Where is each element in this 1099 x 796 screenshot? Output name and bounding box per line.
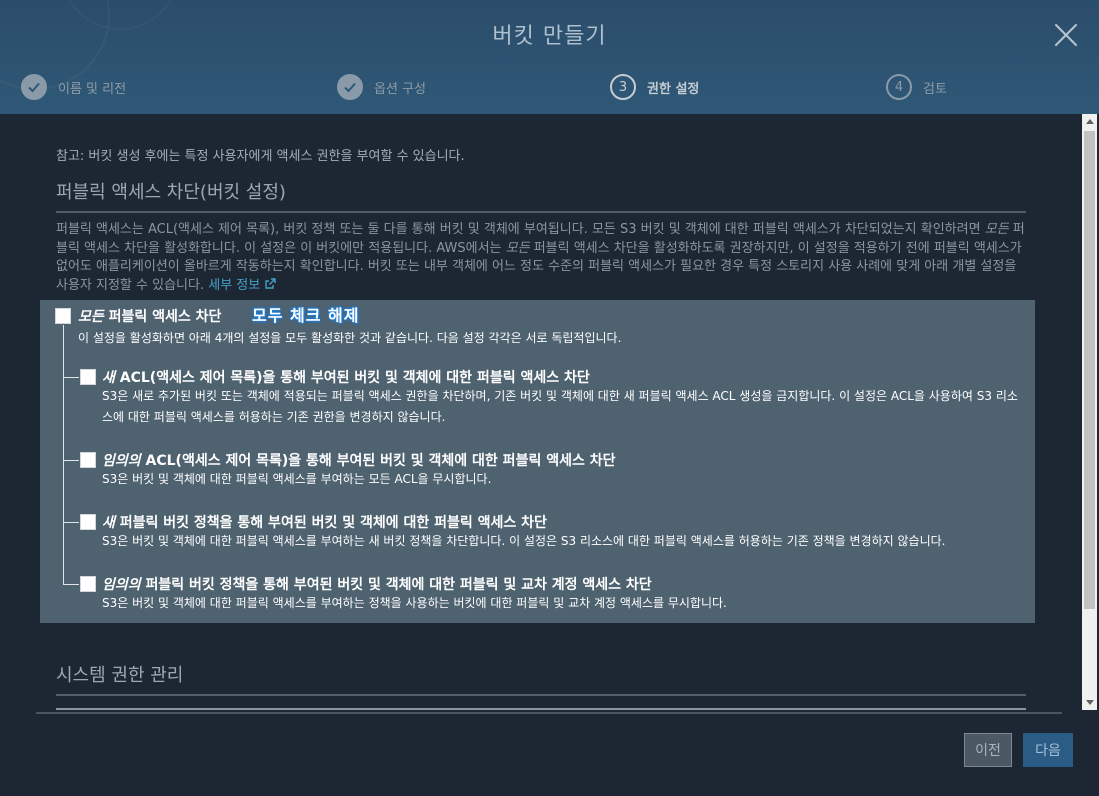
- wizard-steps: 이름 및 리전 옵션 구성 3 권한 설정 4 검토: [0, 74, 1099, 102]
- info-note: 참고: 버킷 생성 후에는 특정 사용자에게 액세스 권한을 부여할 수 있습니…: [56, 149, 465, 164]
- tree-branch: [63, 584, 79, 585]
- desc-emphasis: 모든: [984, 222, 1009, 237]
- block-new-acl-checkbox[interactable]: [80, 369, 96, 385]
- learn-more-link[interactable]: 세부 정보: [208, 277, 277, 293]
- block-new-policy-description: S3은 버킷 및 객체에 대한 퍼블릭 액세스를 부여하는 새 버킷 정책을 차…: [102, 534, 946, 548]
- dialog-content: 참고: 버킷 생성 후에는 특정 사용자에게 액세스 권한을 부여할 수 있습니…: [36, 114, 1080, 710]
- step-number: 4: [886, 74, 912, 100]
- block-any-acl-description: S3은 버킷 및 객체에 대한 퍼블릭 액세스를 부여하는 모든 ACL을 무시…: [102, 472, 492, 486]
- block-new-acl-description: S3은 새로 추가된 버킷 또는 객체에 적용되는 퍼블릭 액세스 권한을 차단…: [102, 389, 1018, 424]
- scrollbar[interactable]: [1082, 114, 1097, 710]
- annotation-text: 모두 체크 해제: [252, 306, 360, 325]
- block-all-checkbox[interactable]: [55, 308, 71, 324]
- tree-line: [63, 325, 64, 585]
- step-label: 권한 설정: [647, 81, 700, 97]
- public-access-description: 퍼블릭 액세스는 ACL(액세스 제어 목록), 버킷 정책 또는 둘 다를 통…: [56, 221, 1026, 295]
- section-heading-system-permissions: 시스템 권한 관리: [56, 665, 184, 686]
- next-button[interactable]: 다음: [1023, 733, 1073, 767]
- step-name-region[interactable]: 이름 및 리전: [21, 74, 126, 100]
- dialog-title: 버킷 만들기: [492, 24, 607, 49]
- block-new-policy-checkbox[interactable]: [80, 514, 96, 530]
- block-public-access-panel: 모든 퍼블릭 액세스 차단 모두 체크 해제 이 설정을 활성화하면 아래 4개…: [40, 300, 1035, 623]
- previous-button[interactable]: 이전: [964, 733, 1012, 767]
- label-text: ACL(액세스 제어 목록)을 통해 부여된 버킷 및 객체에 대한 퍼블릭 액…: [140, 453, 616, 469]
- label-emphasis: 새: [102, 370, 115, 386]
- label-emphasis: 임의의: [102, 453, 141, 469]
- label-emphasis: 모든: [78, 309, 104, 325]
- label-text: ACL(액세스 제어 목록)을 통해 부여된 버킷 및 객체에 대한 퍼블릭 액…: [114, 370, 590, 386]
- divider: [56, 211, 1026, 213]
- divider: [56, 694, 1026, 696]
- tree-branch: [63, 377, 79, 378]
- section-heading-public-access: 퍼블릭 액세스 차단(버킷 설정): [56, 182, 286, 203]
- step-number: 3: [610, 74, 636, 100]
- step-review[interactable]: 4 검토: [886, 74, 947, 100]
- step-label: 검토: [923, 81, 947, 97]
- desc-text: 퍼블릭 액세스는 ACL(액세스 제어 목록), 버킷 정책 또는 둘 다를 통…: [56, 222, 985, 237]
- tree-branch: [63, 522, 79, 523]
- step-configure-options[interactable]: 옵션 구성: [337, 74, 426, 100]
- check-circle-icon: [337, 74, 363, 100]
- scroll-up-icon[interactable]: [1082, 114, 1097, 130]
- label-emphasis: 새: [102, 515, 115, 531]
- dialog-header: 버킷 만들기 이름 및 리전 옵션 구성 3 권한 설정 4 검토: [0, 0, 1099, 114]
- check-circle-icon: [21, 74, 47, 100]
- block-new-acl-label: 새 ACL(액세스 제어 목록)을 통해 부여된 버킷 및 객체에 대한 퍼블릭…: [102, 367, 590, 387]
- tree-branch: [63, 460, 79, 461]
- scroll-down-icon[interactable]: [1082, 694, 1097, 710]
- block-any-policy-label: 임의의 퍼블릭 버킷 정책을 통해 부여된 버킷 및 객체에 대한 퍼블릭 및 …: [102, 574, 652, 594]
- block-all-label: 모든 퍼블릭 액세스 차단: [78, 306, 221, 326]
- block-new-policy-label: 새 퍼블릭 버킷 정책을 통해 부여된 버킷 및 객체에 대한 퍼블릭 액세스 …: [102, 512, 547, 532]
- close-icon[interactable]: [1053, 22, 1079, 48]
- block-any-policy-checkbox[interactable]: [80, 576, 96, 592]
- label-text: 퍼블릭 버킷 정책을 통해 부여된 버킷 및 객체에 대한 퍼블릭 액세스 차단: [114, 515, 547, 531]
- external-link-icon: [265, 277, 277, 289]
- learn-more-label: 세부 정보: [208, 277, 261, 293]
- block-any-acl-label: 임의의 ACL(액세스 제어 목록)을 통해 부여된 버킷 및 객체에 대한 퍼…: [102, 450, 615, 470]
- footer-divider: [36, 712, 1062, 714]
- label-text: 퍼블릭 버킷 정책을 통해 부여된 버킷 및 객체에 대한 퍼블릭 및 교차 계…: [140, 577, 652, 593]
- label-text: 퍼블릭 액세스 차단: [103, 309, 222, 325]
- scrollbar-thumb[interactable]: [1084, 131, 1095, 609]
- block-all-description: 이 설정을 활성화하면 아래 4개의 설정을 모두 활성화한 것과 같습니다. …: [78, 331, 622, 345]
- step-label: 이름 및 리전: [58, 81, 127, 97]
- block-any-acl-checkbox[interactable]: [80, 452, 96, 468]
- divider: [56, 708, 1026, 710]
- label-emphasis: 임의의: [102, 577, 141, 593]
- step-label: 옵션 구성: [374, 81, 426, 97]
- block-any-policy-description: S3은 버킷 및 객체에 대한 퍼블릭 액세스를 부여하는 정책을 사용하는 버…: [102, 596, 727, 610]
- step-set-permissions[interactable]: 3 권한 설정: [610, 74, 699, 100]
- desc-emphasis: 모든: [505, 240, 530, 256]
